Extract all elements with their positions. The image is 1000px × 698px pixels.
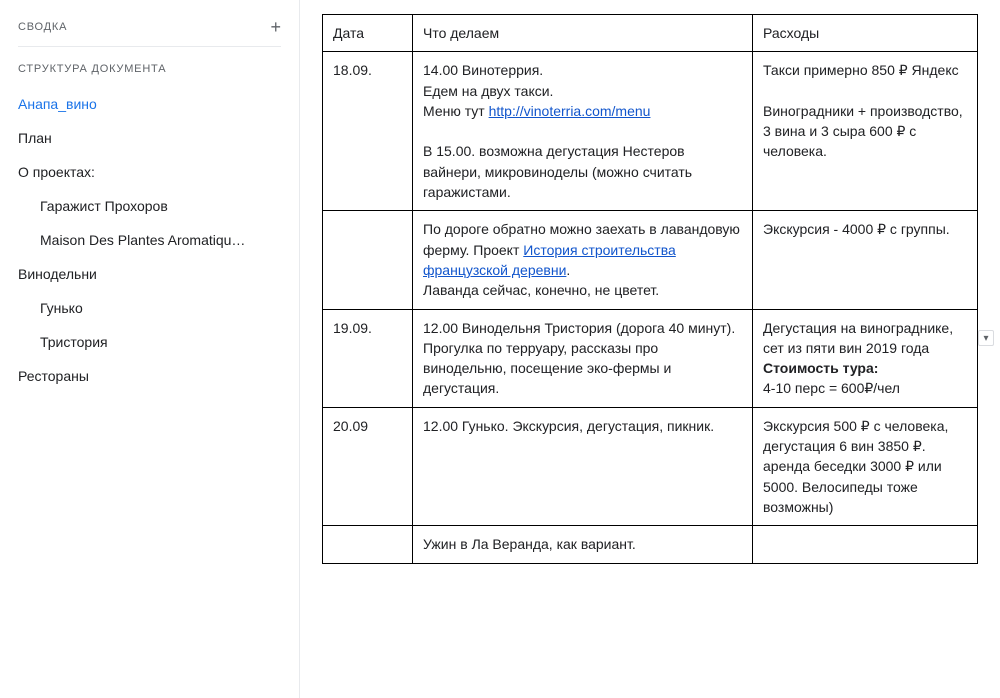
table-row: 18.09.14.00 Винотеррия. Едем на двух так… — [323, 52, 978, 211]
chevron-down-icon[interactable]: ▾ — [978, 330, 994, 346]
plan-table: Дата Что делаем Расходы 18.09.14.00 Вино… — [322, 14, 978, 564]
cell-expense: Такси примерно 850 ₽ Яндекс Виноградники… — [753, 52, 978, 211]
cell-date — [323, 526, 413, 563]
cell-activity: По дороге обратно можно заехать в лаванд… — [413, 211, 753, 309]
outline-item[interactable]: Тристория — [18, 325, 299, 359]
summary-header: СВОДКА + — [18, 18, 299, 36]
cell-date: 18.09. — [323, 52, 413, 211]
cell-activity: 12.00 Винодельня Тристория (дорога 40 ми… — [413, 309, 753, 407]
cell-expense: Экскурсия - 4000 ₽ с группы. — [753, 211, 978, 309]
cell-date — [323, 211, 413, 309]
outline-item[interactable]: Винодельни — [18, 257, 299, 291]
col-activity: Что делаем — [413, 15, 753, 52]
outline-item[interactable]: О проектах: — [18, 155, 299, 189]
table-row: По дороге обратно можно заехать в лаванд… — [323, 211, 978, 309]
summary-label: СВОДКА — [18, 21, 67, 33]
outline-item[interactable]: План — [18, 121, 299, 155]
outline-list: Анапа_виноПланО проектах:Гаражист Прохор… — [18, 87, 299, 393]
document-main: Дата Что делаем Расходы 18.09.14.00 Вино… — [300, 0, 1000, 698]
cell-expense: Экскурсия 500 ₽ с человека, дегустация 6… — [753, 407, 978, 525]
cell-activity: Ужин в Ла Веранда, как вариант. — [413, 526, 753, 563]
table-header-row: Дата Что делаем Расходы — [323, 15, 978, 52]
add-summary-icon[interactable]: + — [270, 18, 281, 36]
cell-expense — [753, 526, 978, 563]
outline-item[interactable]: Гаражист Прохоров — [18, 189, 299, 223]
outline-item[interactable]: Анапа_вино — [18, 87, 299, 121]
col-expenses: Расходы — [753, 15, 978, 52]
table-row: Ужин в Ла Веранда, как вариант. — [323, 526, 978, 563]
cell-date: 19.09. — [323, 309, 413, 407]
cell-activity: 14.00 Винотеррия. Едем на двух такси. Ме… — [413, 52, 753, 211]
table-row: 19.09.12.00 Винодельня Тристория (дорога… — [323, 309, 978, 407]
table-row: 20.0912.00 Гунько. Экскурсия, дегустация… — [323, 407, 978, 525]
outline-item[interactable]: Гунько — [18, 291, 299, 325]
expense-bold: Стоимость тура: — [763, 360, 878, 376]
cell-date: 20.09 — [323, 407, 413, 525]
cell-activity: 12.00 Гунько. Экскурсия, дегустация, пик… — [413, 407, 753, 525]
cell-expense: Дегустация на винограднике, сет из пяти … — [753, 309, 978, 407]
outline-item[interactable]: Maison Des Plantes Aromatiqu… — [18, 223, 299, 257]
divider — [18, 46, 281, 47]
col-date: Дата — [323, 15, 413, 52]
outline-sidebar: СВОДКА + СТРУКТУРА ДОКУМЕНТА Анапа_виноП… — [0, 0, 300, 698]
activity-link[interactable]: http://vinoterria.com/menu — [489, 103, 651, 119]
activity-link[interactable]: История строительства французской деревн… — [423, 242, 676, 278]
outline-item[interactable]: Рестораны — [18, 359, 299, 393]
structure-label: СТРУКТУРА ДОКУМЕНТА — [18, 63, 299, 75]
